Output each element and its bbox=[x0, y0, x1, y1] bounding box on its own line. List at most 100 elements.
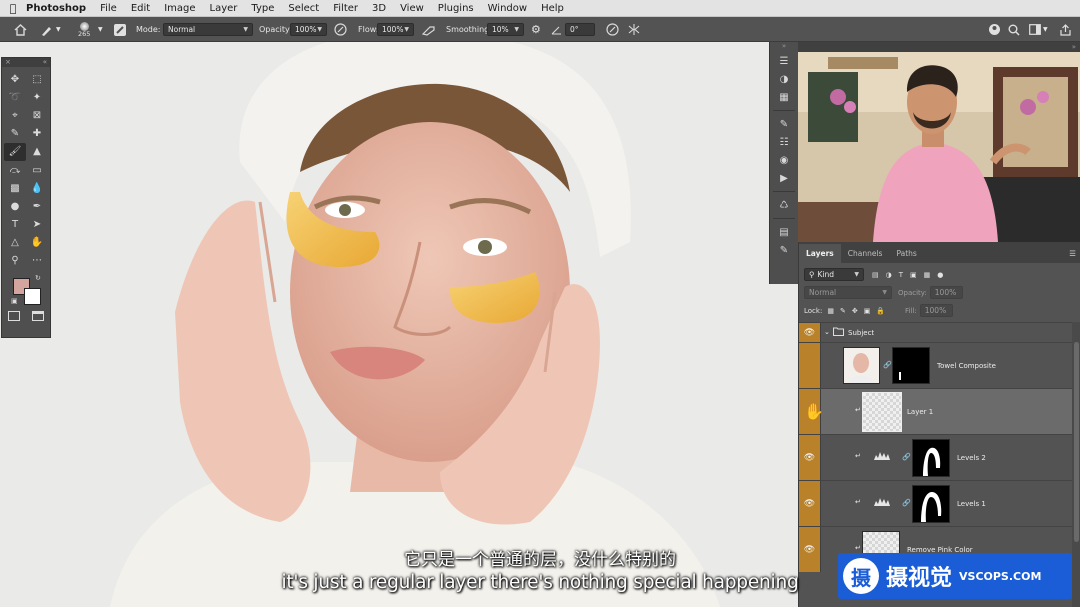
swap-colors-icon[interactable]: ↻ bbox=[35, 274, 41, 282]
filter-smart-object-icon[interactable]: ▦ bbox=[924, 271, 931, 279]
crop-tool-icon[interactable]: ⌖ bbox=[4, 106, 26, 124]
type-tool-icon[interactable]: T bbox=[4, 216, 26, 234]
symmetry-icon[interactable] bbox=[627, 17, 641, 42]
expand-chevron-icon[interactable]: ⌄ bbox=[824, 328, 830, 336]
smoothing-options-gear-icon[interactable]: ⚙ bbox=[531, 17, 541, 42]
lock-artboard-icon[interactable]: ▣ bbox=[864, 307, 871, 315]
hand-tool-icon[interactable]: ✋ bbox=[26, 234, 48, 252]
filter-shape-icon[interactable]: ▣ bbox=[910, 271, 917, 279]
pressure-opacity-icon[interactable] bbox=[334, 17, 347, 42]
screen-mode-icon[interactable] bbox=[32, 311, 44, 322]
smoothing-input[interactable]: 10% ▼ bbox=[487, 23, 524, 36]
shape-tool-icon[interactable]: △ bbox=[4, 234, 26, 252]
menu-3d[interactable]: 3D bbox=[372, 3, 386, 14]
tool-preset-picker[interactable]: ▼ bbox=[40, 17, 61, 42]
libraries-panel-icon[interactable]: ▦ bbox=[770, 88, 798, 106]
blur-tool-icon[interactable]: 💧 bbox=[26, 179, 48, 197]
brush-size-picker[interactable]: 265 bbox=[78, 17, 90, 42]
filter-kind-select[interactable]: ⚲ Kind ▼ bbox=[804, 268, 864, 281]
zoom-tool-icon[interactable]: ⚲ bbox=[4, 252, 26, 270]
brush-tool-icon[interactable]: 🖌 bbox=[4, 142, 26, 161]
document-canvas[interactable] bbox=[0, 42, 798, 607]
eraser-tool-icon[interactable]: ▭ bbox=[26, 161, 48, 179]
layer-row-towel-composite[interactable]: 👁 🔗 Towel Composite bbox=[799, 342, 1072, 388]
link-icon[interactable]: 🔗 bbox=[902, 499, 911, 507]
layer-row-layer-1[interactable]: 👁 ↵ Layer 1 ✋ bbox=[799, 388, 1072, 434]
menu-select[interactable]: Select bbox=[288, 3, 319, 14]
tool-presets-panel-icon[interactable]: ♺ bbox=[770, 196, 798, 214]
scrollbar-thumb[interactable] bbox=[1074, 342, 1079, 542]
default-colors-icon[interactable]: ▣ bbox=[11, 297, 18, 305]
brush-panel-icon[interactable]: ✎ bbox=[770, 115, 798, 133]
layer-row-levels-2[interactable]: 👁 ↵ 🔗 Levels 2 bbox=[799, 434, 1072, 480]
move-tool-icon[interactable]: ✥ bbox=[4, 70, 26, 88]
tab-layers[interactable]: Layers bbox=[799, 244, 841, 263]
close-panel-icon[interactable]: × bbox=[5, 58, 11, 67]
clone-stamp-tool-icon[interactable]: ▲ bbox=[26, 143, 48, 161]
airbrush-icon[interactable] bbox=[422, 17, 437, 42]
path-selection-tool-icon[interactable]: ➤ bbox=[26, 216, 48, 234]
tab-channels[interactable]: Channels bbox=[841, 244, 890, 263]
lasso-tool-icon[interactable]: ➰ bbox=[4, 88, 26, 106]
actions-panel-icon[interactable]: ▶ bbox=[770, 169, 798, 187]
home-icon[interactable] bbox=[10, 17, 30, 42]
mask-thumbnail[interactable] bbox=[892, 347, 930, 384]
app-menu[interactable]: Photoshop bbox=[26, 3, 86, 14]
lock-transparent-icon[interactable]: ▦ bbox=[827, 307, 834, 315]
marquee-tool-icon[interactable]: ⬚ bbox=[26, 70, 48, 88]
notes-panel-icon[interactable]: ✎ bbox=[770, 241, 798, 259]
menu-file[interactable]: File bbox=[100, 3, 117, 14]
visibility-eye-icon[interactable]: 👁 bbox=[799, 481, 821, 526]
layer-group-subject[interactable]: 👁 ⌄ Subject bbox=[799, 322, 1072, 342]
panel-menu-icon[interactable]: ☰ bbox=[1069, 244, 1076, 263]
menu-window[interactable]: Window bbox=[488, 3, 527, 14]
menu-view[interactable]: View bbox=[400, 3, 424, 14]
menu-layer[interactable]: Layer bbox=[210, 3, 238, 14]
mask-thumbnail[interactable] bbox=[912, 485, 950, 523]
quick-mask-icon[interactable] bbox=[8, 311, 20, 322]
filter-type-icon[interactable]: T bbox=[899, 271, 903, 279]
layer-opacity-input[interactable]: 100% bbox=[929, 286, 963, 299]
brush-settings-panel-icon[interactable]: ☷ bbox=[770, 133, 798, 151]
search-icon[interactable] bbox=[1008, 17, 1020, 42]
pressure-size-icon[interactable] bbox=[606, 17, 619, 42]
opacity-input[interactable]: 100% ▼ bbox=[290, 23, 327, 36]
mode-select[interactable]: Normal ▼ bbox=[163, 23, 253, 36]
mask-thumbnail[interactable] bbox=[912, 439, 950, 477]
properties-panel-icon[interactable]: ☰ bbox=[770, 52, 798, 70]
visibility-eye-icon[interactable]: 👁 bbox=[799, 323, 821, 342]
apple-menu-icon[interactable]:  bbox=[0, 2, 26, 15]
share-icon[interactable] bbox=[988, 17, 1001, 42]
blend-mode-select[interactable]: Normal ▼ bbox=[804, 286, 892, 299]
link-icon[interactable]: 🔗 bbox=[902, 453, 911, 461]
filter-adjustment-icon[interactable]: ◑ bbox=[886, 271, 892, 279]
filter-pixel-icon[interactable]: ▤ bbox=[872, 271, 879, 279]
dodge-tool-icon[interactable]: ● bbox=[4, 197, 26, 215]
link-icon[interactable]: 🔗 bbox=[883, 361, 892, 369]
menu-edit[interactable]: Edit bbox=[131, 3, 150, 14]
healing-brush-tool-icon[interactable]: ✚ bbox=[26, 125, 48, 143]
lock-image-icon[interactable]: ✎ bbox=[840, 307, 846, 315]
clone-source-panel-icon[interactable]: ◉ bbox=[770, 151, 798, 169]
flow-input[interactable]: 100% ▼ bbox=[377, 23, 414, 36]
background-color-swatch[interactable] bbox=[24, 288, 41, 306]
eyedropper-tool-icon[interactable]: ✎ bbox=[4, 125, 26, 143]
angle-input[interactable]: 0° bbox=[565, 23, 595, 36]
menu-help[interactable]: Help bbox=[541, 3, 564, 14]
gradient-tool-icon[interactable]: ▩ bbox=[4, 179, 26, 197]
pen-tool-icon[interactable]: ✒ bbox=[26, 197, 48, 215]
menu-plugins[interactable]: Plugins bbox=[438, 3, 474, 14]
brush-settings-icon[interactable] bbox=[113, 17, 127, 42]
adjustments-panel-icon[interactable]: ◑ bbox=[770, 70, 798, 88]
menu-image[interactable]: Image bbox=[164, 3, 195, 14]
chevron-down-icon[interactable]: ▼ bbox=[98, 17, 103, 42]
workspace-icon[interactable]: ▼ bbox=[1029, 17, 1048, 42]
history-panel-icon[interactable]: ▤ bbox=[770, 223, 798, 241]
layer-row-levels-1[interactable]: 👁 ↵ 🔗 Levels 1 bbox=[799, 480, 1072, 526]
more-tools-icon[interactable]: ⋯ bbox=[26, 252, 48, 270]
filter-toggle-icon[interactable]: ● bbox=[937, 271, 943, 279]
tab-paths[interactable]: Paths bbox=[889, 244, 923, 263]
fill-input[interactable]: 100% bbox=[919, 304, 953, 317]
lock-position-icon[interactable]: ✥ bbox=[852, 307, 858, 315]
history-brush-tool-icon[interactable]: ⤼ bbox=[4, 161, 26, 179]
